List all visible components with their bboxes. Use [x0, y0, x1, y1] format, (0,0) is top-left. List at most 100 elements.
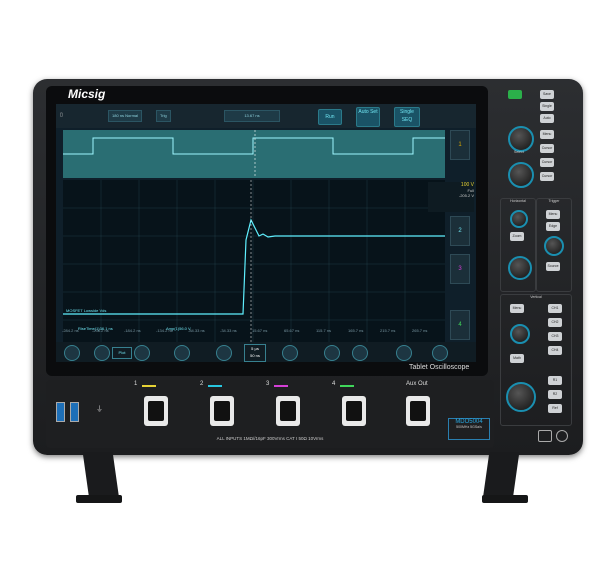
time-tick: 15.67 ns [252, 328, 268, 333]
ch4-button[interactable]: CH4 [548, 346, 562, 355]
ch3-color-bar [274, 385, 288, 387]
power-led-button[interactable] [508, 90, 522, 99]
screen-top-bar: ▯ 180 ns Normal Trig 13.67 ns Run Auto S… [56, 104, 476, 128]
ch1-button[interactable]: CH1 [548, 304, 562, 313]
wave-icon[interactable] [282, 345, 298, 361]
zoom-button[interactable]: Zoom [510, 232, 524, 241]
run-button[interactable]: Run [318, 109, 342, 125]
product-line-label: Tablet Oscilloscope [409, 364, 470, 371]
time-tick: -84.33 ns [188, 328, 205, 333]
battery-icon: ▯ [60, 112, 63, 118]
single-panel-button[interactable]: Single [540, 102, 554, 111]
ch3-bnc-connector[interactable] [276, 396, 300, 426]
ch2-button[interactable]: CH2 [548, 318, 562, 327]
time-axis: -284.2 ns -236.2 ns -184.2 ns -134.2 ns … [62, 328, 442, 336]
probe-comp-icon: ⏚ [96, 406, 103, 413]
channel-3-button[interactable]: 3 [450, 254, 470, 284]
trigger-menu-button[interactable]: Menu [546, 210, 560, 219]
power-icon[interactable] [556, 430, 568, 442]
trigger-edge-button[interactable]: Edge [546, 222, 560, 231]
ch4-bnc-connector[interactable] [342, 396, 366, 426]
cursor-panel-button[interactable]: Cursor [540, 144, 554, 153]
plot-mode-button[interactable]: Plot [112, 347, 132, 359]
left-foot [76, 495, 122, 503]
trigger-source-button[interactable]: Source [546, 262, 560, 271]
menu-panel-button[interactable]: Menu [540, 130, 554, 139]
model-spec: 500MHz 5GSa/s [456, 425, 482, 429]
ch1-bnc-connector[interactable] [144, 396, 168, 426]
trigger-chip[interactable]: Trig [156, 110, 171, 122]
overview-waveform[interactable] [63, 130, 445, 178]
right-foot [482, 495, 528, 503]
single-seq-button[interactable]: Single SEQ [394, 107, 420, 127]
vertical-menu-button[interactable]: Menu [510, 304, 524, 313]
cursor-panel-button-3[interactable]: Cursor [540, 172, 554, 181]
ch2-bnc-connector[interactable] [210, 396, 234, 426]
vertical-scale-knob[interactable] [506, 382, 536, 412]
usb-port[interactable] [70, 402, 79, 422]
channel-1-button[interactable]: 1 [450, 130, 470, 160]
save-icon[interactable] [174, 345, 190, 361]
play-icon[interactable] [134, 345, 150, 361]
save-panel-button[interactable]: Save [540, 90, 554, 99]
channel-4-button[interactable]: 4 [450, 310, 470, 340]
cursor-panel-button-2[interactable]: Cursor [540, 158, 554, 167]
math-button[interactable]: Math [510, 354, 524, 363]
trigger-position-chip[interactable]: 13.67 ns [224, 110, 280, 122]
ref-button[interactable]: Ref [548, 404, 562, 413]
menu-icon[interactable] [432, 345, 448, 361]
time-per-div-sub: 50 ns [250, 353, 260, 358]
measure-icon[interactable] [324, 345, 340, 361]
time-tick: -284.2 ns [62, 328, 79, 333]
time-tick: -184.2 ns [124, 328, 141, 333]
trigger-level-knob[interactable] [544, 236, 564, 256]
settings-icon[interactable] [94, 345, 110, 361]
time-tick: 215.7 ns [380, 328, 396, 333]
time-tick: 165.7 ns [348, 328, 364, 333]
channel-2-button[interactable]: 2 [450, 216, 470, 246]
ch2-color-bar [208, 385, 222, 387]
time-tick: -134.2 ns [156, 328, 173, 333]
r1-button[interactable]: R1 [548, 376, 562, 385]
vertical-position-knob[interactable] [510, 324, 530, 344]
trig-label: Trig [160, 113, 167, 118]
home-icon[interactable] [64, 345, 80, 361]
time-tick: -34.33 ns [220, 328, 237, 333]
ch1-label: 1 [134, 381, 138, 387]
channel-icon[interactable] [352, 345, 368, 361]
oscilloscope-screen: ▯ 180 ns Normal Trig 13.67 ns Run Auto S… [56, 104, 476, 362]
time-per-div: 5 µs [251, 346, 259, 351]
screen-bottom-bar: Plot 5 µs 50 ns [56, 342, 476, 362]
r2-button[interactable]: R2 [548, 390, 562, 399]
control-panel: Save Single Auto Select Menu Cursor Curs… [494, 86, 574, 446]
channel-readout: 100 V Full -205.2 V [428, 182, 474, 212]
trace-label: MOSFET Lowside Vds [66, 308, 107, 313]
horizontal-scale-knob[interactable] [508, 256, 532, 280]
usb-port[interactable] [56, 402, 65, 422]
aux-out-label: Aux Out [406, 381, 428, 387]
timebase-chip[interactable]: 180 ns Normal [108, 110, 143, 122]
horizontal-position-knob[interactable] [510, 210, 528, 228]
multipurpose-knob-a[interactable] [508, 126, 534, 152]
auto-set-button[interactable]: Auto Set [356, 107, 380, 127]
model-badge: MDO5004 500MHz 5GSa/s [448, 418, 490, 440]
trig-level-text: 13.67 ns [244, 113, 260, 118]
time-tick: 265.7 ns [412, 328, 428, 333]
trigger-label: Trigger [548, 199, 560, 203]
ch1-color-bar [142, 385, 156, 387]
auto-panel-button[interactable]: Auto [540, 114, 554, 123]
time-tick: 65.67 ns [284, 328, 300, 333]
ch4-color-bar [340, 385, 354, 387]
math-icon[interactable] [396, 345, 412, 361]
ch3-button[interactable]: CH3 [548, 332, 562, 341]
select-label: Select [514, 150, 524, 154]
print-icon[interactable] [538, 430, 552, 442]
ch3-label: 3 [266, 381, 270, 387]
offset-readout: -205.2 V [458, 193, 474, 198]
ch2-label: 2 [200, 381, 204, 387]
zoom-icon[interactable] [216, 345, 232, 361]
multipurpose-knob-b[interactable] [508, 162, 534, 188]
timebase-readout[interactable]: 5 µs 50 ns [244, 344, 266, 362]
inputs-spec-text: ALL INPUTS 1MΩ//16pF 300Vrms CAT I 50Ω 1… [216, 436, 324, 441]
aux-out-connector[interactable] [406, 396, 430, 426]
